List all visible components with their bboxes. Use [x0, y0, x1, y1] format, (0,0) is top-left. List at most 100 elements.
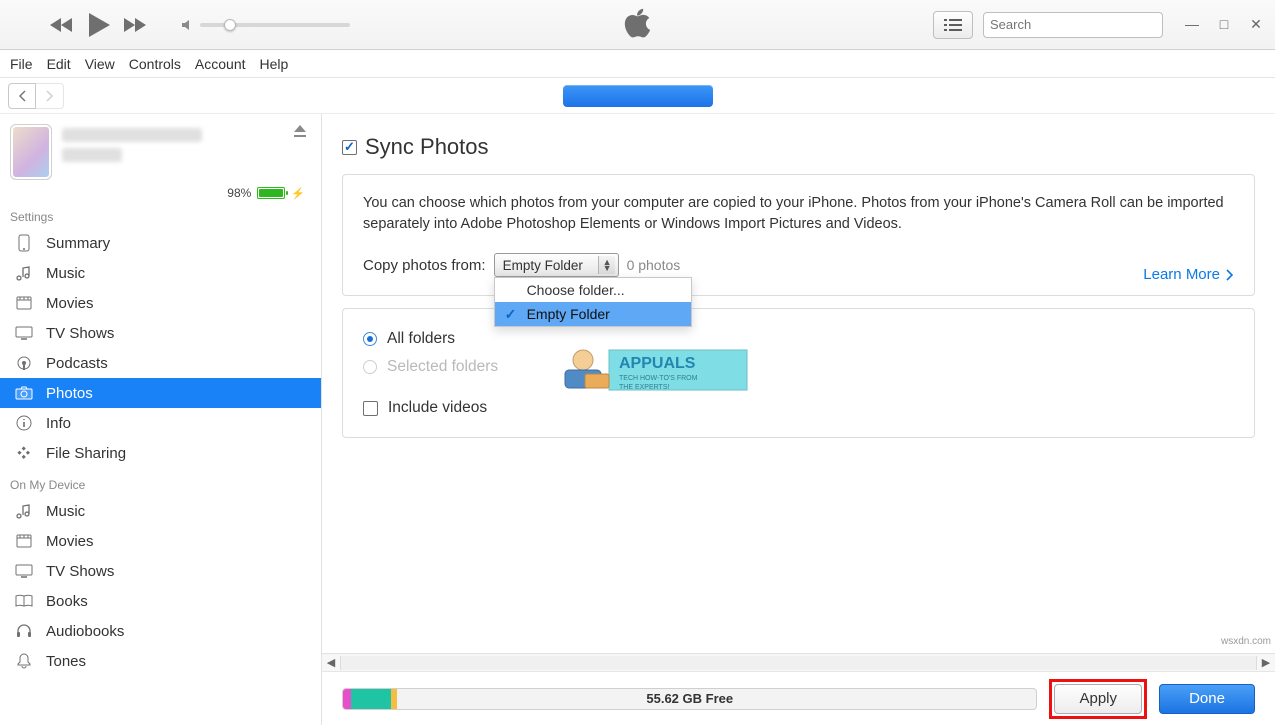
- minimize-button[interactable]: —: [1181, 16, 1203, 33]
- radio-selected-label: Selected folders: [387, 358, 498, 376]
- menu-bar: File Edit View Controls Account Help: [0, 50, 1275, 78]
- scroll-track[interactable]: [340, 656, 1257, 670]
- battery-percent: 98%: [227, 186, 251, 200]
- sidebar-item-photos[interactable]: Photos: [0, 378, 321, 408]
- volume-knob[interactable]: [224, 19, 236, 31]
- search-input[interactable]: [990, 17, 1166, 32]
- radio-all-input[interactable]: [363, 332, 377, 346]
- sidebar-device-books[interactable]: Books: [0, 586, 321, 616]
- menu-help[interactable]: Help: [260, 56, 289, 72]
- menu-controls[interactable]: Controls: [129, 56, 181, 72]
- sidebar-item-label: Podcasts: [46, 355, 108, 372]
- sidebar-item-movies[interactable]: Movies: [0, 288, 321, 318]
- copy-from-dropdown[interactable]: Empty Folder ▲▼ Choose folder... Empty F…: [494, 253, 619, 277]
- sidebar-item-summary[interactable]: Summary: [0, 228, 321, 258]
- movies-icon: [14, 534, 34, 548]
- nav-back-forward: [8, 83, 64, 109]
- maximize-button[interactable]: □: [1213, 16, 1235, 33]
- dropdown-value: Empty Folder: [503, 258, 583, 273]
- sidebar-device-movies[interactable]: Movies: [0, 526, 321, 556]
- sidebar-item-label: Photos: [46, 385, 93, 402]
- dropdown-option-empty[interactable]: Empty Folder: [495, 302, 691, 326]
- device-capacity-redacted: [62, 148, 122, 162]
- previous-button[interactable]: [48, 16, 76, 34]
- sidebar-item-label: Movies: [46, 533, 94, 550]
- dropdown-menu: Choose folder... Empty Folder: [494, 277, 692, 327]
- music-icon: [14, 503, 34, 519]
- footer-bar: 55.62 GB Free Apply Done: [322, 671, 1275, 725]
- done-button[interactable]: Done: [1159, 684, 1255, 714]
- sidebar-item-label: File Sharing: [46, 445, 126, 462]
- sync-photos-checkbox[interactable]: [342, 140, 357, 155]
- menu-view[interactable]: View: [85, 56, 115, 72]
- sidebar-item-label: Summary: [46, 235, 110, 252]
- sidebar-item-label: TV Shows: [46, 563, 114, 580]
- include-videos-checkbox[interactable]: [363, 401, 378, 416]
- sidebar-item-label: Books: [46, 593, 88, 610]
- scroll-left-button[interactable]: ◀: [322, 656, 340, 669]
- apps-icon: [14, 445, 34, 461]
- dropdown-option-choose[interactable]: Choose folder...: [495, 278, 691, 302]
- book-icon: [14, 594, 34, 608]
- device-thumbnail: [10, 124, 52, 180]
- device-pill-button[interactable]: [563, 85, 713, 107]
- titlebar-right: — □ ✕: [933, 11, 1267, 39]
- horizontal-scrollbar[interactable]: ◀ ▶: [322, 653, 1275, 671]
- dropdown-button[interactable]: Empty Folder ▲▼: [494, 253, 619, 277]
- nav-forward-button[interactable]: [36, 83, 64, 109]
- camera-icon: [14, 386, 34, 400]
- radio-selected-folders: Selected folders: [363, 353, 1234, 381]
- sidebar-item-filesharing[interactable]: File Sharing: [0, 438, 321, 468]
- photo-count: 0 photos: [627, 257, 681, 273]
- window-controls: — □ ✕: [1181, 16, 1267, 33]
- menu-account[interactable]: Account: [195, 56, 246, 72]
- sidebar-section-device: On My Device: [0, 468, 321, 496]
- apply-highlight-frame: Apply: [1049, 679, 1147, 719]
- sidebar-item-tvshows[interactable]: TV Shows: [0, 318, 321, 348]
- play-button[interactable]: [86, 11, 112, 39]
- radio-all-folders[interactable]: All folders: [363, 325, 1234, 353]
- info-text: You can choose which photos from your co…: [363, 193, 1234, 235]
- nav-back-button[interactable]: [8, 83, 36, 109]
- tv-icon: [14, 326, 34, 340]
- content-scroll[interactable]: Sync Photos You can choose which photos …: [322, 114, 1275, 653]
- tv-icon: [14, 564, 34, 578]
- close-button[interactable]: ✕: [1245, 16, 1267, 33]
- apply-button[interactable]: Apply: [1054, 684, 1142, 714]
- search-field[interactable]: [983, 12, 1163, 38]
- sidebar-item-label: Movies: [46, 295, 94, 312]
- sidebar-device-music[interactable]: Music: [0, 496, 321, 526]
- include-videos-label: Include videos: [388, 399, 487, 417]
- podcast-icon: [14, 355, 34, 371]
- next-button[interactable]: [122, 16, 150, 34]
- menu-edit[interactable]: Edit: [47, 56, 71, 72]
- device-name-block: [62, 124, 311, 180]
- device-header[interactable]: [0, 114, 321, 184]
- sidebar-device-audiobooks[interactable]: Audiobooks: [0, 616, 321, 646]
- charging-icon: ⚡: [291, 187, 305, 200]
- menu-file[interactable]: File: [10, 56, 33, 72]
- sidebar-item-music[interactable]: Music: [0, 258, 321, 288]
- source-credit: wsxdn.com: [1221, 636, 1271, 647]
- list-view-button[interactable]: [933, 11, 973, 39]
- nav-header: [0, 78, 1275, 114]
- sidebar-item-label: Tones: [46, 653, 86, 670]
- scroll-right-button[interactable]: ▶: [1257, 656, 1275, 669]
- volume-track[interactable]: [200, 23, 350, 27]
- playback-controls: [48, 11, 150, 39]
- dropdown-stepper-icon: ▲▼: [603, 259, 612, 271]
- sidebar-device-tones[interactable]: Tones: [0, 646, 321, 676]
- eject-button[interactable]: [293, 124, 307, 141]
- sidebar-item-podcasts[interactable]: Podcasts: [0, 348, 321, 378]
- sidebar-device-tvshows[interactable]: TV Shows: [0, 556, 321, 586]
- sidebar-item-label: Music: [46, 265, 85, 282]
- chevron-right-icon: [1226, 269, 1234, 281]
- sidebar-item-label: Music: [46, 503, 85, 520]
- learn-more-link[interactable]: Learn More: [1143, 266, 1234, 283]
- sidebar-item-info[interactable]: Info: [0, 408, 321, 438]
- radio-all-label: All folders: [387, 330, 455, 348]
- sidebar-item-label: Info: [46, 415, 71, 432]
- device-name-redacted: [62, 128, 202, 142]
- volume-slider[interactable]: [180, 18, 350, 32]
- include-videos-row[interactable]: Include videos: [363, 399, 1234, 417]
